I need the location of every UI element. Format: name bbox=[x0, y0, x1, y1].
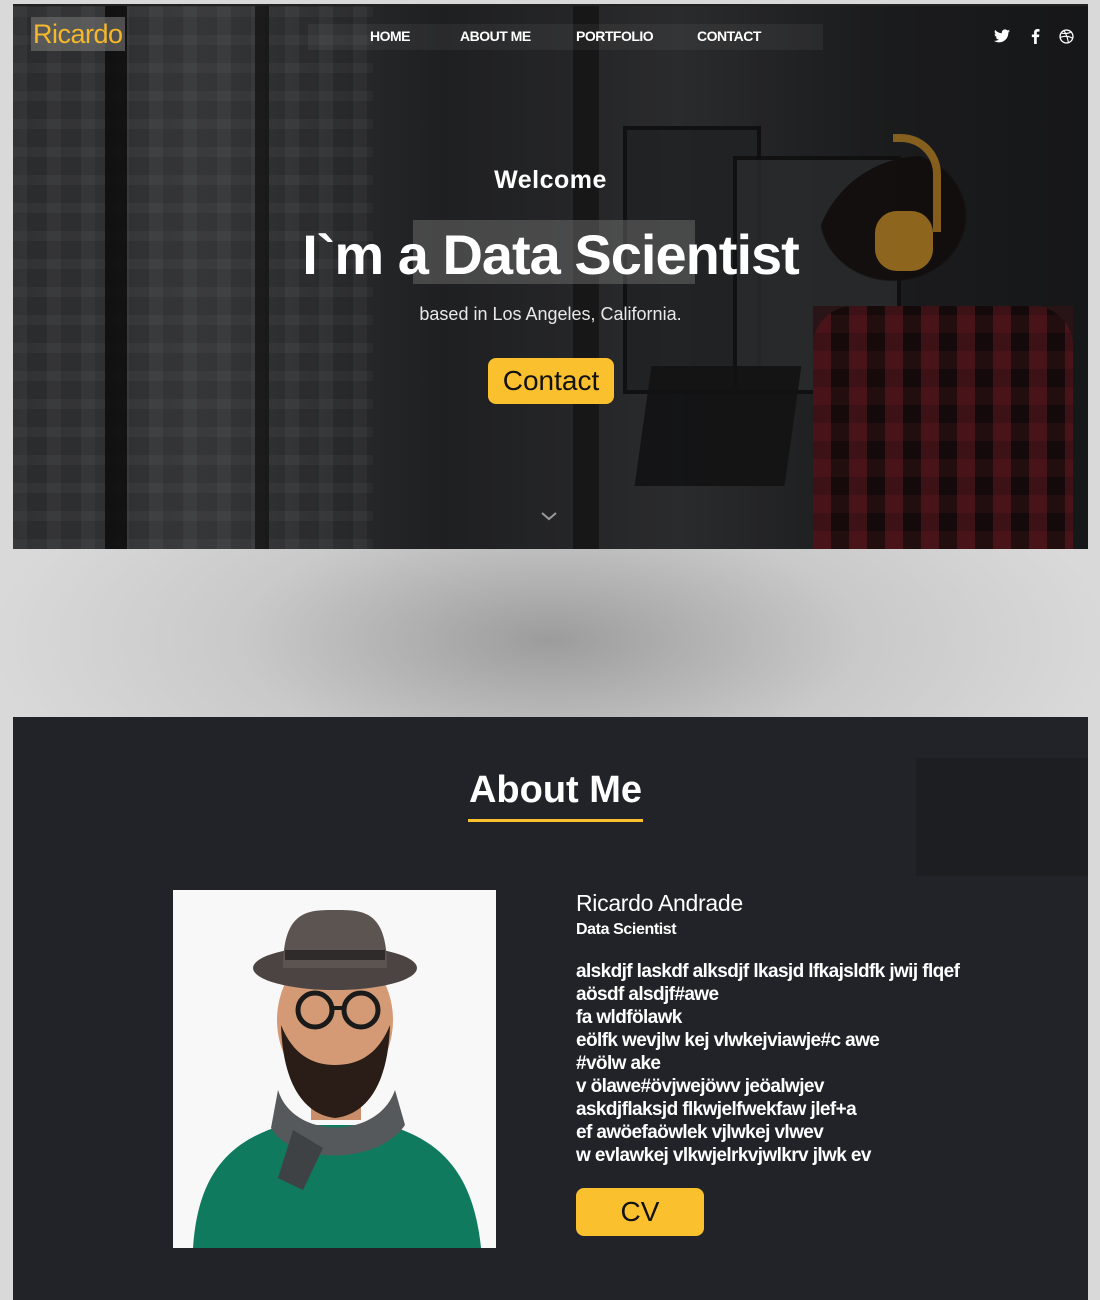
cv-button[interactable]: CV bbox=[576, 1188, 704, 1236]
hero-title: I`m a Data Scientist bbox=[302, 223, 800, 286]
main-nav: HOME ABOUT ME PORTFOLIO CONTACT bbox=[308, 24, 823, 50]
nav-about-me[interactable]: ABOUT ME bbox=[460, 28, 531, 44]
about-section: About Me Ricardo Andrade Data Scientist … bbox=[13, 717, 1088, 1300]
contact-button[interactable]: Contact bbox=[488, 358, 614, 404]
heading-underline bbox=[468, 819, 643, 822]
nav-portfolio[interactable]: PORTFOLIO bbox=[576, 28, 654, 44]
bio-line: w evlawkej vlkwjelrkvjwlkrv jlwk ev bbox=[576, 1145, 871, 1166]
hero-welcome: Welcome bbox=[494, 166, 607, 194]
facebook-icon[interactable] bbox=[1027, 28, 1043, 44]
profile-bio: alskdjf laskdf alksdjf lkasjd lfkajsldfk… bbox=[576, 960, 960, 1167]
hero-subtitle: based in Los Angeles, California. bbox=[419, 304, 682, 324]
bio-line: eölfk wevjlw kej vlwkejviawje#c awe bbox=[576, 1030, 880, 1051]
chevron-down-icon[interactable] bbox=[540, 509, 558, 523]
bio-line: askdjflaksjd flkwjelfwekfaw jlef+a bbox=[576, 1099, 857, 1120]
dribbble-icon[interactable] bbox=[1058, 28, 1074, 44]
bio-line: #völw ake bbox=[576, 1053, 661, 1074]
about-heading: About Me bbox=[468, 769, 643, 811]
profile-role: Data Scientist bbox=[576, 921, 677, 938]
bio-line: aösdf alsdjf#awe bbox=[576, 984, 719, 1005]
bio-line: v ölawe#övjwejöwv jeöalwjev bbox=[576, 1076, 824, 1097]
bio-line: ef awöefaöwlek vjlwkej vlwev bbox=[576, 1122, 824, 1143]
nav-home[interactable]: HOME bbox=[370, 28, 411, 44]
bio-line: alskdjf laskdf alksdjf lkasjd lfkajsldfk… bbox=[576, 961, 960, 982]
site-logo[interactable]: Ricardo bbox=[31, 17, 125, 51]
profile-name: Ricardo Andrade bbox=[576, 890, 743, 916]
hero-section: Ricardo HOME ABOUT ME PORTFOLIO CONTACT … bbox=[13, 4, 1088, 549]
twitter-icon[interactable] bbox=[994, 28, 1010, 44]
profile-photo bbox=[173, 890, 496, 1248]
bio-line: fa wldfölawk bbox=[576, 1007, 682, 1028]
nav-contact[interactable]: CONTACT bbox=[697, 28, 761, 44]
